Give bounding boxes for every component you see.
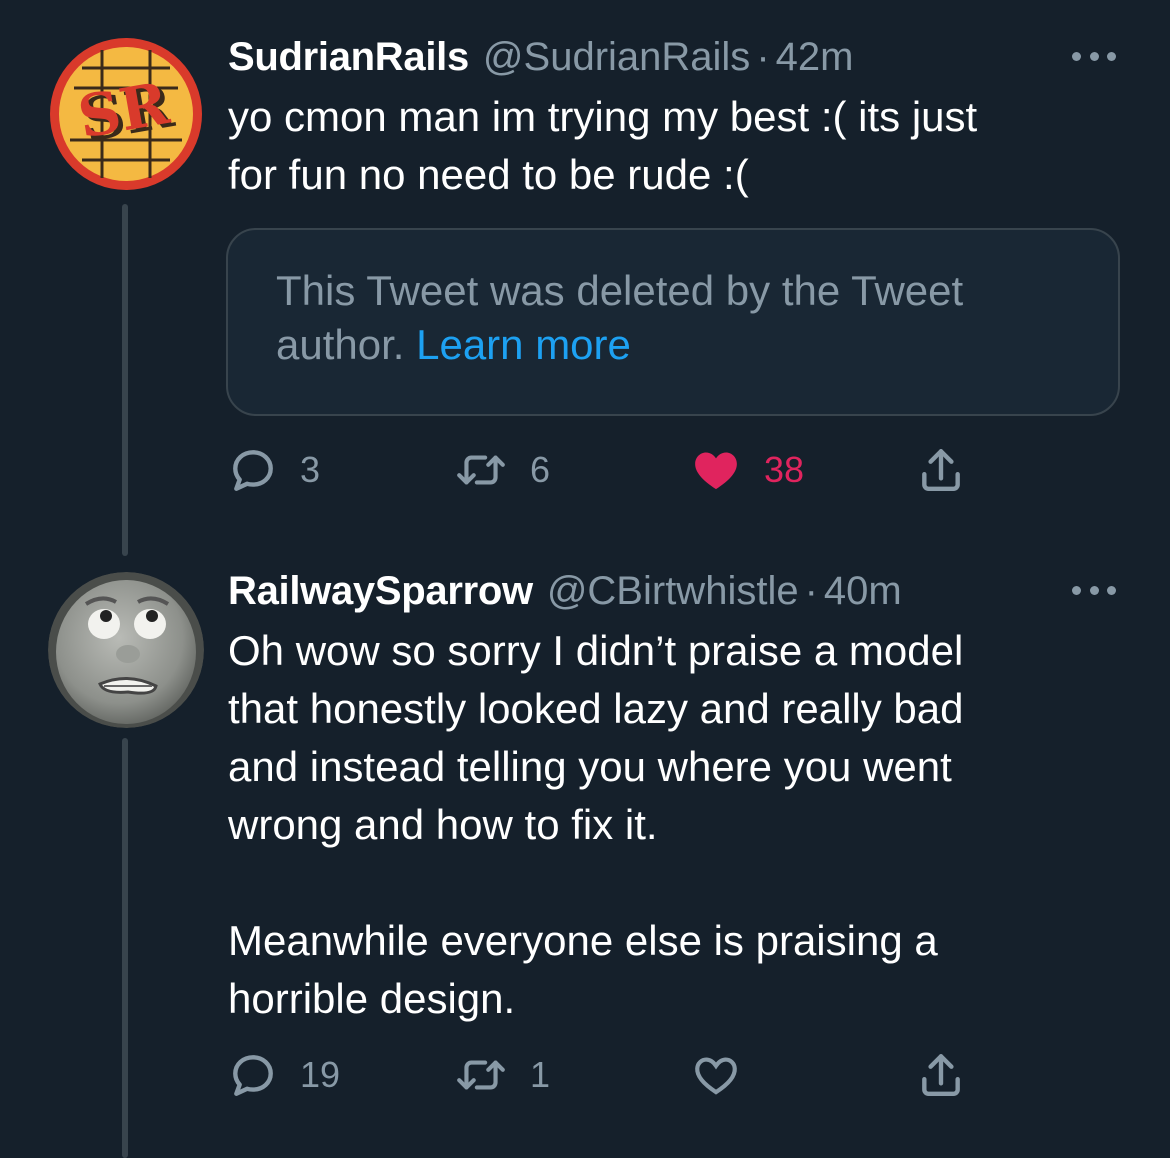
- reply-count: 3: [300, 449, 321, 490]
- grey-face-avatar: [48, 572, 204, 728]
- share-button[interactable]: [918, 1045, 964, 1105]
- reply-icon: [228, 1050, 278, 1100]
- thread-line: [122, 204, 128, 556]
- display-name[interactable]: RailwaySparrow: [228, 569, 533, 614]
- tweet-text: Oh wow so sorry I didn’t praise a model …: [228, 627, 964, 1022]
- tweet-actions: 19 1: [228, 1045, 988, 1105]
- separator: ·: [756, 34, 770, 79]
- handle[interactable]: @CBirtwhistle: [547, 569, 799, 614]
- tweet-header: SudrianRails @SudrianRails · 42m: [228, 32, 853, 82]
- tweet-header: RailwaySparrow @CBirtwhistle · 40m: [228, 566, 902, 616]
- timestamp[interactable]: 40m: [824, 569, 902, 614]
- display-name[interactable]: SudrianRails: [228, 35, 469, 80]
- timestamp[interactable]: 42m: [776, 35, 854, 80]
- deleted-tweet-card: This Tweet was deleted by the Tweet auth…: [226, 228, 1120, 416]
- share-button[interactable]: [918, 440, 964, 500]
- retweet-count: 1: [530, 1054, 551, 1095]
- tweet-text: yo cmon man im trying my best :( its jus…: [228, 93, 978, 198]
- reply-button[interactable]: 19: [228, 1045, 340, 1105]
- heart-filled-icon: [690, 445, 742, 495]
- share-icon: [918, 445, 964, 495]
- handle[interactable]: @SudrianRails: [483, 35, 750, 80]
- retweet-button[interactable]: 1: [454, 1045, 550, 1105]
- sr-logo-avatar: SR SR: [50, 38, 202, 190]
- retweet-button[interactable]: 6: [454, 440, 550, 500]
- tweet-actions: 3 6 38: [228, 440, 988, 500]
- retweet-icon: [454, 1050, 508, 1100]
- separator: ·: [804, 568, 818, 613]
- tweet[interactable]: SR SR SudrianRails @SudrianRails · 42m y…: [0, 0, 1170, 560]
- thread-line: [122, 738, 128, 1158]
- heart-outline-icon: [690, 1050, 742, 1100]
- like-count: 38: [764, 449, 805, 490]
- retweet-count: 6: [530, 449, 551, 490]
- avatar[interactable]: SR SR: [48, 36, 204, 192]
- reply-count: 19: [300, 1054, 341, 1095]
- more-icon[interactable]: [1072, 580, 1116, 600]
- learn-more-link[interactable]: Learn more: [416, 321, 631, 368]
- like-button[interactable]: 38: [690, 440, 804, 500]
- reply-button[interactable]: 3: [228, 440, 320, 500]
- reply-icon: [228, 445, 278, 495]
- retweet-icon: [454, 445, 508, 495]
- share-icon: [918, 1050, 964, 1100]
- more-icon[interactable]: [1072, 46, 1116, 66]
- avatar[interactable]: [48, 572, 204, 728]
- like-button[interactable]: [690, 1045, 742, 1105]
